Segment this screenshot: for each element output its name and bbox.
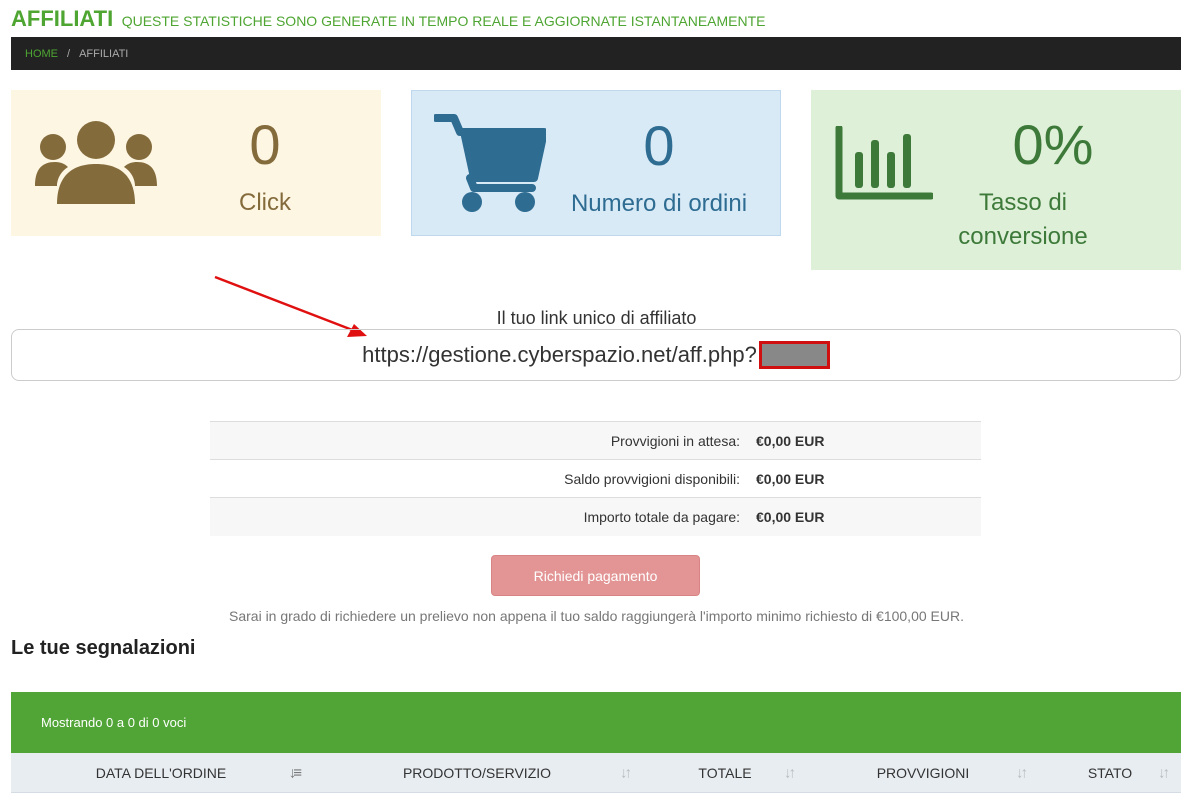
commissions-table: Provvigioni in attesa: €0,00 EUR Saldo p… [210,421,981,536]
total-payable-value: €0,00 EUR [756,497,981,536]
sort-icon: ↓↑ [784,764,796,781]
referrals-table-header-bar: Mostrando 0 a 0 di 0 voci [11,692,1181,753]
cart-icon [432,114,548,219]
breadcrumb-current: AFFILIATI [79,47,129,60]
column-header-label: DATA DELL'ORDINE [95,764,227,781]
breadcrumb-separator: / [67,47,71,60]
stat-card-conversion: 0% Tasso di conversione [811,90,1181,270]
table-header-row: DATA DELL'ORDINE ↓≡ PRODOTTO/SERVIZIO ↓↑… [11,753,1181,793]
affiliate-link-label: Il tuo link unico di affiliato [496,308,697,328]
page-subtitle: QUESTE STATISTICHE SONO GENERATE IN TEMP… [121,13,766,29]
stat-card-orders: 0 Numero di ordini [411,90,781,236]
column-header-label: STATO [1087,764,1133,781]
total-payable-label: Importo totale da pagare: [210,497,756,536]
pending-commissions-label: Provvigioni in attesa: [210,421,756,460]
bar-chart-icon [835,124,935,205]
affiliate-link-url: https://gestione.cyberspazio.net/aff.php… [362,342,757,367]
referrals-title: Le tue segnalazioni [11,637,196,659]
orders-label: Numero di ordini [570,190,748,217]
sort-icon: ↓↑ [620,764,632,781]
referrals-table: DATA DELL'ORDINE ↓≡ PRODOTTO/SERVIZIO ↓↑… [11,753,1181,793]
stat-card-clicks: 0 Click [11,90,381,236]
sort-desc-icon: ↓≡ [288,764,302,781]
page-header: AFFILIATI QUESTE STATISTICHE SONO GENERA… [11,6,766,32]
affiliate-link-field[interactable]: https://gestione.cyberspazio.net/aff.php… [11,329,1181,381]
column-header-order-date[interactable]: DATA DELL'ORDINE ↓≡ [11,753,311,793]
users-icon [35,120,157,211]
table-row: Importo totale da pagare: €0,00 EUR [210,497,981,536]
conversion-value: 0% [1012,113,1094,176]
pending-commissions-value: €0,00 EUR [756,421,981,460]
clicks-label: Click [239,189,291,216]
available-balance-label: Saldo provvigioni disponibili: [210,459,756,498]
column-header-label: PRODOTTO/SERVIZIO [402,764,552,781]
column-header-status[interactable]: STATO ↓↑ [1039,753,1181,793]
redacted-affiliate-id [758,341,830,369]
sort-icon: ↓↑ [1016,764,1028,781]
table-row: Provvigioni in attesa: €0,00 EUR [210,421,981,460]
referrals-entries-info: Mostrando 0 a 0 di 0 voci [41,715,187,730]
column-header-commissions[interactable]: PROVVIGIONI ↓↑ [807,753,1039,793]
page-title: AFFILIATI [11,6,114,31]
table-row: Saldo provvigioni disponibili: €0,00 EUR [210,459,981,498]
clicks-value: 0 [249,113,281,176]
payment-note: Sarai in grado di richiedere un prelievo… [229,608,964,624]
column-header-label: TOTALE [698,764,752,781]
column-header-total[interactable]: TOTALE ↓↑ [643,753,807,793]
column-header-label: PROVVIGIONI [876,764,970,781]
breadcrumb: HOME / AFFILIATI [11,37,1181,70]
orders-value: 0 [643,114,675,177]
sort-icon: ↓↑ [1158,764,1170,781]
column-header-product[interactable]: PRODOTTO/SERVIZIO ↓↑ [311,753,643,793]
request-payment-button[interactable]: Richiedi pagamento [491,555,700,596]
breadcrumb-home-link[interactable]: HOME [25,48,58,60]
conversion-label: Tasso di conversione [958,189,1088,250]
available-balance-value: €0,00 EUR [756,459,981,498]
